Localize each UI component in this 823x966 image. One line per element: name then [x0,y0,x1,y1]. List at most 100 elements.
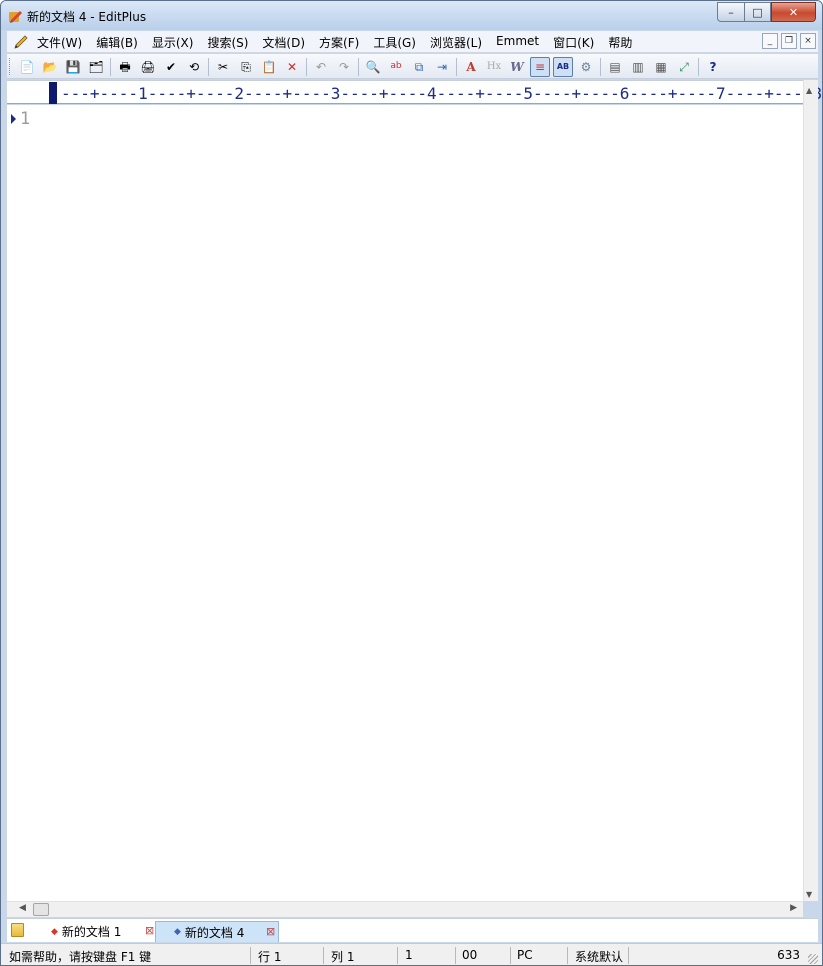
scroll-left-icon[interactable]: ◀ [19,903,26,913]
print-icon[interactable]: 🖨 [138,57,158,77]
scroll-down-icon[interactable]: ▼ [806,890,812,899]
redo-icon[interactable]: ↷ [334,57,354,77]
font-icon[interactable]: A [461,57,481,77]
delete-icon[interactable]: ✕ [282,57,302,77]
tab-close-icon[interactable]: ⊠ [145,925,155,936]
minimize-icon: – [728,5,734,19]
toolbar-grip[interactable] [9,58,12,75]
mdi-controls: _ ❐ × [759,33,816,49]
maximize-icon: □ [752,5,763,19]
column-select-icon[interactable]: AB [553,56,573,77]
directory-window-icon[interactable]: ▤ [605,57,625,77]
copy-icon[interactable]: ⎘ [236,57,256,77]
window-title: 新的文档 4 - EditPlus [27,10,147,24]
menu-emmet[interactable]: Emmet [496,34,539,51]
print-preview-icon[interactable]: 🖶 [115,57,135,77]
open-folder-icon[interactable]: 📂 [40,57,60,77]
horizontal-scrollbar[interactable]: ◀ ▶ [7,901,803,917]
spellcheck-icon[interactable]: ✔ [161,57,181,77]
status-selection: 1 [405,948,413,962]
tab-document-4[interactable]: ◆ 新的文档 4 ⊠ [155,921,279,942]
menu-bar: 文件(W) 编辑(B) 显示(X) 搜索(S) 文档(D) 方案(F) 工具(G… [7,31,818,53]
menu-items: 文件(W) 编辑(B) 显示(X) 搜索(S) 文档(D) 方案(F) 工具(G… [37,34,646,51]
toolbar-separator [110,57,111,76]
mdi-restore-button[interactable]: ❐ [781,33,797,49]
tab-close-icon[interactable]: ⊠ [266,926,276,937]
mdi-minimize-button[interactable]: _ [762,33,778,49]
menu-window[interactable]: 窗口(K) [553,34,594,51]
scroll-up-icon[interactable]: ▲ [806,86,812,95]
status-column: 列 1 [331,950,355,964]
save-all-icon[interactable]: 🗂 [86,57,106,77]
status-divider [510,947,511,964]
close-button[interactable]: ✕ [771,2,816,22]
find-in-files-icon[interactable]: ⧉ [409,57,429,77]
cliptext-window-icon[interactable]: ▥ [628,57,648,77]
line-number-icon[interactable]: ≡ [530,56,550,77]
ruler-scale: ---+----1----+----2----+----3----+----4-… [61,84,823,103]
settings-icon[interactable]: ⚙ [576,57,596,77]
title-bar[interactable]: 新的文档 4 - EditPlus – □ ✕ [1,1,822,30]
find-icon[interactable]: 🔍 [363,57,383,77]
scroll-right-icon[interactable]: ▶ [790,903,797,913]
pen-icon [14,35,28,49]
menu-project[interactable]: 方案(F) [319,34,359,51]
browser-preview-icon[interactable]: ⟲ [184,57,204,77]
toolbar-separator [698,57,699,76]
horizontal-scroll-thumb[interactable] [33,903,49,916]
editor-area[interactable]: 1 [7,105,803,901]
toolbar-buttons: 📄 📂 💾 🗂 🖶 🖨 ✔ ⟲ ✂ ⎘ 📋 ✕ ↶ ↷ 🔍 ab ⧉ ⇥ A H… [17,56,726,77]
cut-icon[interactable]: ✂ [213,57,233,77]
goto-line-icon[interactable]: ⇥ [432,57,452,77]
tab-document-1[interactable]: ◆ 新的文档 1 ⊠ [47,921,155,942]
vertical-scrollbar[interactable]: ▲ ▼ [803,80,818,901]
status-divider [567,947,568,964]
status-file-size: 633 [777,948,800,962]
folder-icon[interactable] [11,923,24,937]
maximize-button[interactable]: □ [744,2,771,22]
replace-icon[interactable]: ab [386,57,406,77]
toolbar-separator [456,57,457,76]
editplus-logo-icon [9,11,22,23]
mdi-close-button[interactable]: × [800,33,816,49]
status-bar: 如需帮助，请按键盘 F1 键 行 1 列 1 1 00 PC 系统默认 633 [1,943,822,965]
menu-browser[interactable]: 浏览器(L) [430,34,482,51]
document-tab-bar: ◆ 新的文档 1 ⊠ ◆ 新的文档 4 ⊠ [7,918,818,942]
toolbar-separator [208,57,209,76]
resize-grip-icon[interactable] [808,954,818,964]
status-divider [628,947,629,964]
close-icon: ✕ [788,5,799,19]
tab-label: 新的文档 1 [61,925,122,939]
status-divider [455,947,456,964]
new-file-icon[interactable]: 📄 [17,57,37,77]
menu-tools[interactable]: 工具(G) [373,34,416,51]
status-help-text: 如需帮助，请按键盘 F1 键 [9,950,152,964]
menu-file[interactable]: 文件(W) [37,34,82,51]
paste-icon[interactable]: 📋 [259,57,279,77]
full-screen-icon[interactable]: ⤢ [674,57,694,77]
status-hex-value: 00 [462,948,478,962]
word-wrap-icon[interactable]: W [507,57,527,77]
help-cursor-icon[interactable]: ? [703,57,723,77]
save-icon[interactable]: 💾 [63,57,83,77]
status-line-ending[interactable]: PC [517,948,533,962]
modified-dot-icon: ◆ [51,926,58,937]
ruler-cursor-marker [49,82,57,104]
menu-search[interactable]: 搜索(S) [207,34,248,51]
undo-icon[interactable]: ↶ [311,57,331,77]
line-number: 1 [20,109,31,129]
minimize-button[interactable]: – [717,2,744,22]
menu-document[interactable]: 文档(D) [262,34,305,51]
hex-icon[interactable]: Hx [484,57,504,77]
ruler[interactable]: ---+----1----+----2----+----3----+----4-… [7,80,822,104]
current-line-marker-icon [11,114,16,124]
editplus-window: 新的文档 4 - EditPlus – □ ✕ 文件(W) 编辑(B) 显示(X… [0,0,823,966]
output-window-icon[interactable]: ▦ [651,57,671,77]
toolbar-separator [306,57,307,76]
toolbar-separator [600,57,601,76]
menu-edit[interactable]: 编辑(B) [96,34,138,51]
menu-view[interactable]: 显示(X) [152,34,194,51]
menu-help[interactable]: 帮助 [608,34,632,51]
status-encoding[interactable]: 系统默认 [575,948,623,965]
tab-label: 新的文档 4 [184,925,245,940]
